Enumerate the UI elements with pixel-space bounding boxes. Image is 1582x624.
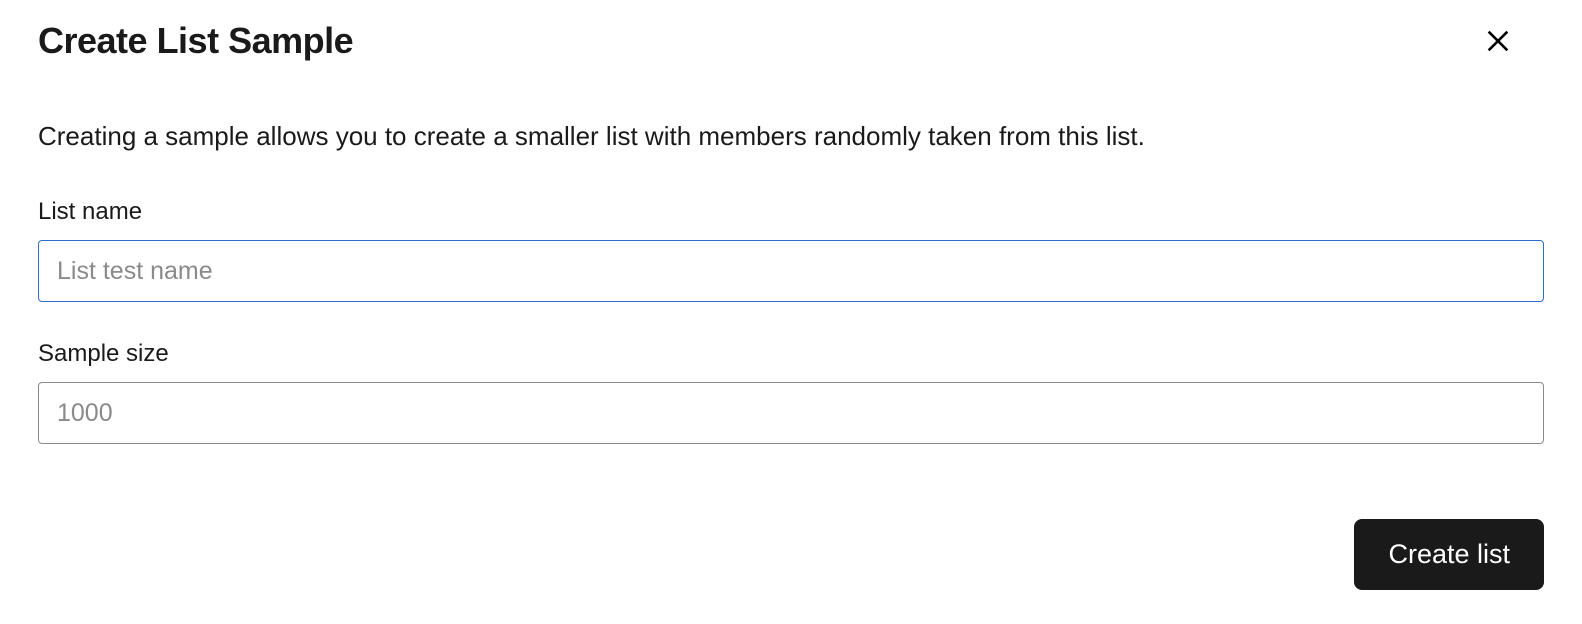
close-button[interactable] xyxy=(1480,23,1516,62)
sample-size-input[interactable] xyxy=(38,382,1544,444)
dialog-footer: Create list xyxy=(1354,519,1544,590)
dialog-description: Creating a sample allows you to create a… xyxy=(38,118,1544,154)
list-name-label: List name xyxy=(38,198,1544,226)
dialog-title: Create List Sample xyxy=(38,20,353,62)
list-name-field-group: List name xyxy=(38,198,1544,302)
list-name-input[interactable] xyxy=(38,240,1544,302)
create-list-button[interactable]: Create list xyxy=(1354,519,1544,590)
sample-size-field-group: Sample size xyxy=(38,340,1544,444)
dialog-header: Create List Sample xyxy=(38,20,1544,62)
sample-size-label: Sample size xyxy=(38,340,1544,368)
close-icon xyxy=(1484,27,1512,58)
